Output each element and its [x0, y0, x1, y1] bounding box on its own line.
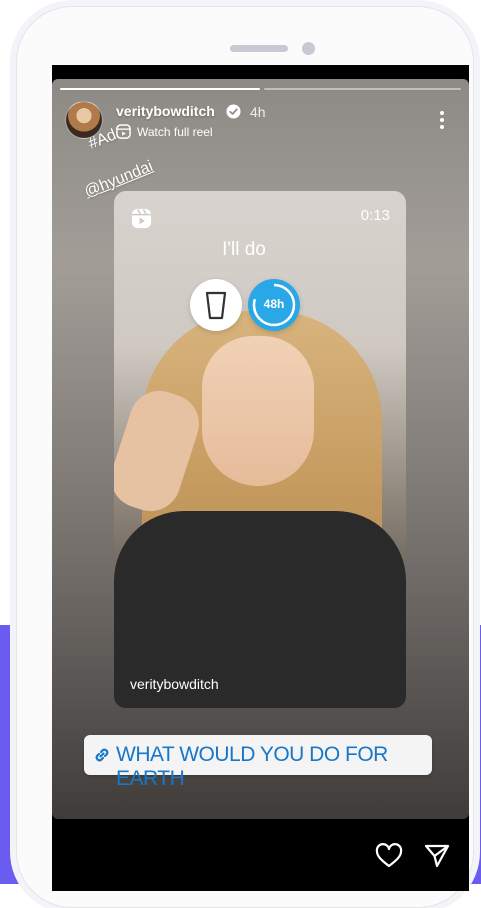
- link-icon: [95, 748, 109, 762]
- shared-reel-card[interactable]: 0:13 I'll do 48h veritybowditch: [114, 191, 406, 708]
- cup-icon: [205, 291, 227, 320]
- watch-full-reel-link[interactable]: Watch full reel: [137, 125, 213, 139]
- reels-icon: [116, 124, 131, 139]
- cup-sticker: [190, 279, 242, 331]
- reel-caption: I'll do: [222, 239, 266, 260]
- reel-author[interactable]: veritybowditch: [130, 676, 219, 692]
- phone-frame: veritybowditch 4h Watch full reel #Ad @h…: [16, 6, 474, 908]
- progress-segment-2: [264, 88, 461, 90]
- timer-sticker: 48h: [248, 279, 300, 331]
- send-icon[interactable]: [424, 843, 450, 869]
- phone-camera: [302, 42, 315, 55]
- reel-duration: 0:13: [360, 207, 390, 224]
- heart-icon[interactable]: [375, 843, 403, 869]
- phone-speaker: [230, 45, 288, 52]
- reel-photo-face: [202, 336, 314, 486]
- story-username[interactable]: veritybowditch: [116, 103, 215, 119]
- phone-screen: veritybowditch 4h Watch full reel #Ad @h…: [52, 65, 469, 891]
- reels-icon: [131, 208, 152, 229]
- link-sticker-text: WHAT WOULD YOU DO FOR EARTH: [116, 743, 388, 790]
- story-time: 4h: [250, 104, 266, 120]
- link-sticker[interactable]: WHAT WOULD YOU DO FOR EARTH: [84, 735, 432, 790]
- progress-segment-1: [60, 88, 260, 90]
- verified-badge-icon: [226, 104, 241, 119]
- timer-label: 48h: [263, 297, 285, 311]
- more-options-icon[interactable]: [436, 109, 448, 131]
- story-view[interactable]: veritybowditch 4h Watch full reel #Ad @h…: [52, 79, 469, 819]
